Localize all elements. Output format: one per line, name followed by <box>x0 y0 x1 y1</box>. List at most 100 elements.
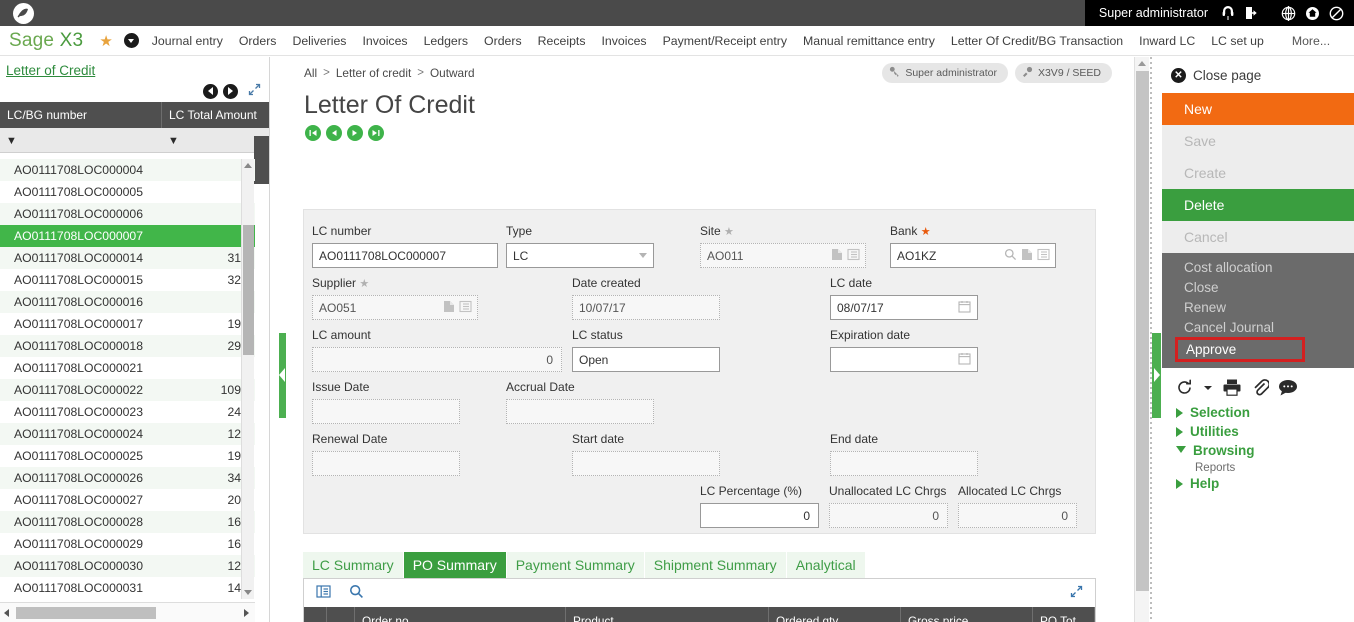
tab-po-summary[interactable]: PO Summary <box>403 552 506 578</box>
type-select[interactable]: LC <box>506 243 654 268</box>
list-item[interactable]: AO0111708LOC000017 19 <box>0 313 255 335</box>
first-record-icon[interactable] <box>305 125 321 141</box>
right-panel-splitter-handle[interactable] <box>1152 333 1161 418</box>
tree-item-utilities[interactable]: Utilities <box>1162 422 1354 441</box>
grid-header-order-no[interactable]: Order no. <box>355 607 566 622</box>
list-item[interactable]: AO0111708LOC000028 16 <box>0 511 255 533</box>
headset-icon[interactable] <box>1216 0 1240 26</box>
cost-allocation-action[interactable]: Cost allocation <box>1162 257 1354 277</box>
list-item[interactable]: AO0111708LOC000018 29 <box>0 335 255 357</box>
lookup-link-icon[interactable] <box>1021 248 1033 264</box>
list-item[interactable]: AO0111708LOC000016 <box>0 291 255 313</box>
left-panel-record-list[interactable]: AO0111708LOC000004 AO0111708LOC000005 AO01… <box>0 159 255 599</box>
home-icon[interactable] <box>1300 0 1324 26</box>
selection-list-icon[interactable] <box>459 300 472 316</box>
list-item[interactable]: AO0111708LOC000004 <box>0 159 255 181</box>
splitter-collapse-icon[interactable] <box>279 368 285 382</box>
prev-record-icon[interactable] <box>203 83 218 99</box>
list-item[interactable]: AO0111708LOC000025 19 <box>0 445 255 467</box>
start-date-input[interactable] <box>572 451 720 476</box>
main-vertical-scrollbar[interactable] <box>1134 57 1149 622</box>
menu-item-inward-lc[interactable]: Inward LC <box>1139 34 1195 48</box>
tab-lc-summary[interactable]: LC Summary <box>303 552 403 578</box>
accrual-date-input[interactable] <box>506 399 654 424</box>
list-item[interactable]: AO0111708LOC000030 12 <box>0 555 255 577</box>
menu-item-payment-receipt-entry[interactable]: Payment/Receipt entry <box>663 34 787 48</box>
cancel-journal-action[interactable]: Cancel Journal <box>1162 317 1354 337</box>
renewal-date-input[interactable] <box>312 451 460 476</box>
grid-header-ordered-qty[interactable]: Ordered qty. <box>769 607 901 622</box>
scroll-down-icon[interactable] <box>244 590 252 595</box>
lookup-link-icon[interactable] <box>443 300 455 316</box>
lc-number-input[interactable]: AO0111708LOC000007 <box>312 243 498 268</box>
tab-shipment-summary[interactable]: Shipment Summary <box>644 552 786 578</box>
next-record-icon[interactable] <box>347 125 363 141</box>
scroll-up-icon[interactable] <box>244 163 252 168</box>
right-panel-collapse-icon[interactable] <box>1154 368 1160 382</box>
scroll-up-icon[interactable] <box>1138 61 1146 66</box>
end-date-input[interactable] <box>830 451 978 476</box>
list-item[interactable]: AO0111708LOC000015 32 <box>0 269 255 291</box>
logout-icon[interactable] <box>1240 0 1264 26</box>
lc-percentage-input[interactable]: 0 <box>700 503 819 528</box>
calendar-icon[interactable] <box>958 300 971 316</box>
search-icon[interactable] <box>1004 248 1017 264</box>
next-record-icon[interactable] <box>223 83 238 99</box>
selection-list-icon[interactable] <box>1037 248 1050 264</box>
calendar-icon[interactable] <box>958 352 971 368</box>
column-header-lc-total-amount[interactable]: LC Total Amount <box>162 102 269 128</box>
scroll-right-icon[interactable] <box>244 608 249 617</box>
expand-panel-icon[interactable] <box>248 83 261 99</box>
list-item[interactable]: AO0111708LOC000005 <box>0 181 255 203</box>
tree-subitem-reports[interactable]: Reports <box>1162 460 1354 474</box>
column-header-lc-bg-number[interactable]: LC/BG number <box>0 102 162 128</box>
lc-amount-input[interactable]: 0 <box>312 347 562 372</box>
menu-item-orders-1[interactable]: Orders <box>239 34 277 48</box>
h-scroll-thumb[interactable] <box>16 607 156 619</box>
refresh-icon[interactable] <box>1175 378 1194 397</box>
left-panel-horizontal-scrollbar[interactable] <box>0 602 255 622</box>
lc-date-input[interactable]: 08/07/17 <box>830 295 978 320</box>
left-panel-vertical-scrollbar[interactable] <box>241 159 254 599</box>
list-item[interactable]: AO0111708LOC000014 31 <box>0 247 255 269</box>
menu-item-ledgers[interactable]: Ledgers <box>424 34 468 48</box>
list-item[interactable]: AO0111708LOC000029 16 <box>0 533 255 555</box>
list-item[interactable]: AO0111708LOC000006 <box>0 203 255 225</box>
grid-header-po-total[interactable]: PO Tot <box>1033 607 1095 622</box>
menu-item-invoices-1[interactable]: Invoices <box>362 34 407 48</box>
grid-options-icon[interactable] <box>316 584 331 603</box>
list-item[interactable]: AO0111708LOC000023 24 <box>0 401 255 423</box>
globe-icon[interactable] <box>1276 0 1300 26</box>
tab-analytical[interactable]: Analytical <box>786 552 865 578</box>
breadcrumb-item-all[interactable]: All <box>304 66 317 80</box>
chip-user[interactable]: Super administrator <box>882 63 1008 83</box>
issue-date-input[interactable] <box>312 399 460 424</box>
menu-item-lc-set-up[interactable]: LC set up <box>1211 34 1264 48</box>
tree-item-help[interactable]: Help <box>1162 474 1354 493</box>
filter-funnel-icon-1[interactable]: ▼ <box>0 131 162 149</box>
lookup-link-icon[interactable] <box>831 248 843 264</box>
grid-header-gross-price[interactable]: Gross price <box>901 607 1033 622</box>
tab-payment-summary[interactable]: Payment Summary <box>506 552 644 578</box>
tree-item-browsing[interactable]: Browsing <box>1162 441 1354 460</box>
list-item[interactable]: AO0111708LOC000026 34 <box>0 467 255 489</box>
list-item[interactable]: AO0111708LOC000007 <box>0 225 255 247</box>
menu-item-letter-of-credit-bg-transaction[interactable]: Letter Of Credit/BG Transaction <box>951 34 1123 48</box>
menu-item-deliveries[interactable]: Deliveries <box>292 34 346 48</box>
tree-item-selection[interactable]: Selection <box>1162 403 1354 422</box>
chip-environment[interactable]: X3V9 / SEED <box>1014 63 1112 83</box>
menu-item-orders-2[interactable]: Orders <box>484 34 522 48</box>
list-item[interactable]: AO0111708LOC000024 12 <box>0 423 255 445</box>
grid-header-product[interactable]: Product <box>566 607 769 622</box>
print-icon[interactable] <box>1222 378 1242 397</box>
scroll-thumb[interactable] <box>243 225 254 355</box>
unallocated-lc-chrgs-input[interactable]: 0 <box>829 503 948 528</box>
panel-splitter[interactable] <box>271 57 288 622</box>
menu-item-manual-remittance-entry[interactable]: Manual remittance entry <box>803 34 935 48</box>
close-action[interactable]: Close <box>1162 277 1354 297</box>
list-item[interactable]: AO0111708LOC000021 <box>0 357 255 379</box>
list-item[interactable]: AO0111708LOC000022 109 <box>0 379 255 401</box>
prev-record-icon[interactable] <box>326 125 342 141</box>
expand-grid-icon[interactable] <box>1070 585 1083 601</box>
list-item[interactable]: AO0111708LOC000027 20 <box>0 489 255 511</box>
